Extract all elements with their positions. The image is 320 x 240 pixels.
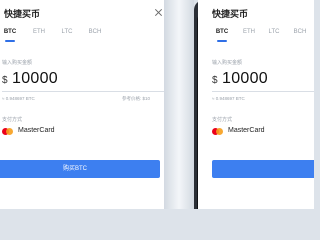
payment-label: 支付方式	[2, 117, 23, 123]
amount-input[interactable]: $ 10000	[2, 70, 58, 88]
amount-value: 10000	[222, 70, 269, 87]
currency-symbol: $	[2, 75, 8, 86]
amount-value: 10000	[12, 70, 59, 87]
tab-eth[interactable]: ETH	[237, 29, 261, 35]
rate-text: ≈ 0.948697 BTC	[212, 96, 245, 101]
buy-button[interactable]: 购买BTC	[0, 160, 160, 178]
background-gap	[164, 0, 194, 209]
right-phone-screen: 快捷买币 BTC ETH LTC BCH 输入购买金额 $ 10000 ≈ 0.…	[198, 0, 314, 209]
amount-input[interactable]: $ 10000	[212, 70, 268, 88]
tab-bch[interactable]: BCH	[83, 29, 107, 35]
buy-button[interactable]	[212, 160, 314, 178]
payment-method[interactable]: MasterCard	[228, 127, 265, 134]
rate-text: ≈ 0.948697 BTC	[2, 96, 35, 101]
tab-btc[interactable]: BTC	[0, 29, 22, 35]
tab-btc[interactable]: BTC	[210, 29, 234, 35]
mastercard-icon	[2, 128, 13, 135]
amount-divider	[212, 91, 314, 92]
payment-label: 支付方式	[212, 117, 233, 123]
amount-label: 输入购买金额	[212, 60, 243, 66]
reference-price: 参考价格: $10	[122, 96, 151, 101]
mastercard-icon	[212, 128, 223, 135]
amount-label: 输入购买金额	[2, 60, 33, 66]
amount-divider	[2, 91, 164, 92]
currency-symbol: $	[212, 75, 218, 86]
payment-method[interactable]: MasterCard	[18, 127, 55, 134]
tab-active-indicator	[5, 40, 15, 42]
tab-eth[interactable]: ETH	[27, 29, 51, 35]
left-phone-screen: 快捷买币 BTC ETH LTC BCH 输入购买金额 $ 10000 ≈ 0.…	[0, 0, 164, 209]
tab-ltc[interactable]: LTC	[55, 29, 79, 35]
page-title: 快捷买币	[212, 9, 249, 19]
close-icon[interactable]	[155, 9, 162, 16]
tab-active-indicator	[217, 40, 227, 42]
tab-bch[interactable]: BCH	[288, 29, 312, 35]
tab-ltc[interactable]: LTC	[262, 29, 286, 35]
page-title: 快捷买币	[4, 9, 41, 19]
